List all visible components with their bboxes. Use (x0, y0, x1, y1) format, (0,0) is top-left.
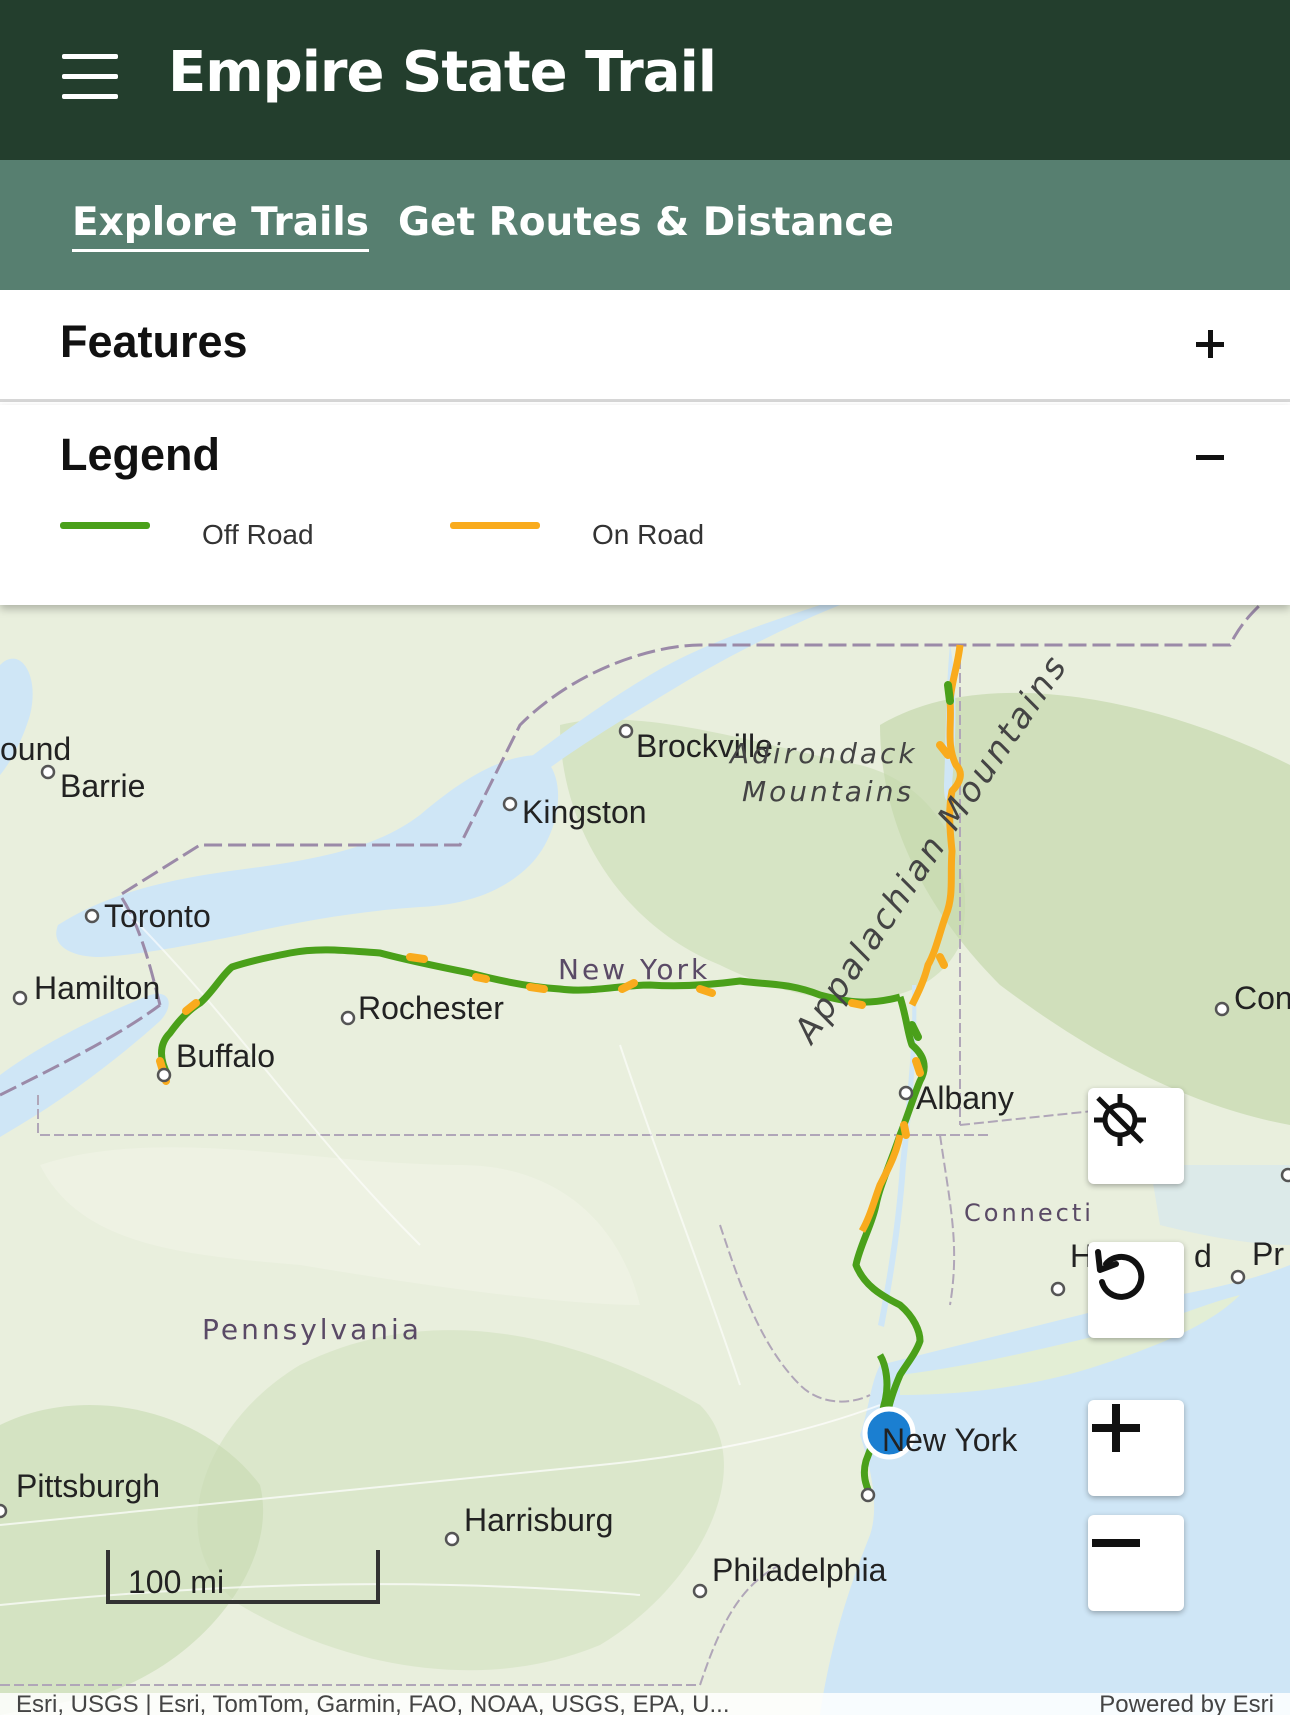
label-buffalo: Buffalo (176, 1038, 275, 1074)
plus-icon (1092, 1404, 1140, 1452)
label-albany: Albany (916, 1080, 1014, 1116)
map-attribution[interactable]: Esri, USGS | Esri, TomTom, Garmin, FAO, … (0, 1693, 1290, 1715)
features-title: Features (60, 316, 248, 367)
label-toronto: Toronto (104, 898, 211, 934)
legend-title: Legend (60, 429, 221, 480)
label-hamilton: Hamilton (34, 970, 160, 1006)
powered-by-esri[interactable]: Powered by Esri (1099, 1693, 1274, 1715)
minus-icon (1092, 1539, 1140, 1547)
menu-icon[interactable] (62, 54, 118, 100)
label-rochester: Rochester (358, 990, 504, 1026)
zoom-in-button[interactable] (1088, 1400, 1184, 1496)
expand-plus-icon[interactable] (1188, 322, 1232, 366)
zoom-out-button[interactable] (1088, 1515, 1184, 1611)
label-hartford-end: d (1194, 1238, 1212, 1274)
app-title: Empire State Trail (168, 40, 717, 105)
scale-label: 100 mi (128, 1564, 225, 1600)
off-road-label: Off Road (202, 519, 314, 550)
label-adirondack-mountains: Mountains (742, 775, 914, 808)
tab-bar: Explore Trails Get Routes & Distance (0, 160, 1290, 290)
legend-section: Legend Off Road On Road (0, 405, 1290, 605)
label-providence: Pr (1252, 1236, 1284, 1272)
app-bar: Empire State Trail (0, 0, 1290, 160)
label-sound: ound (0, 731, 71, 767)
label-adirondack: Adirondack (728, 737, 918, 770)
tab-explore-trails[interactable]: Explore Trails (72, 200, 369, 252)
on-road-swatch (450, 522, 540, 529)
label-new-york-state: New York (558, 953, 710, 986)
collapse-minus-icon[interactable] (1188, 435, 1232, 479)
label-pennsylvania: Pennsylvania (202, 1313, 422, 1346)
label-barrie: Barrie (60, 768, 145, 804)
reset-view-button[interactable] (1088, 1242, 1184, 1338)
label-philadelphia: Philadelphia (712, 1552, 887, 1588)
attribution-text: Esri, USGS | Esri, TomTom, Garmin, FAO, … (16, 1693, 730, 1715)
rotate-ccw-icon (1095, 1249, 1145, 1300)
label-con: Con (1234, 980, 1290, 1016)
label-kingston: Kingston (522, 794, 647, 830)
label-harrisburg: Harrisburg (464, 1502, 613, 1538)
map-view[interactable]: ound Barrie Brockville Kingston Toronto … (0, 605, 1290, 1715)
locate-toggle-button[interactable] (1088, 1088, 1184, 1184)
on-road-label: On Road (592, 519, 705, 550)
label-connecticut: Connecti (964, 1199, 1094, 1227)
features-section[interactable]: Features (0, 290, 1290, 402)
label-pittsburgh: Pittsburgh (16, 1468, 160, 1504)
tab-get-routes-distance[interactable]: Get Routes & Distance (398, 200, 894, 245)
location-off-icon (1094, 1094, 1146, 1146)
off-road-swatch (60, 522, 150, 529)
scale-bar: 100 mi (106, 1550, 380, 1604)
label-new-york-city: New York (882, 1422, 1018, 1458)
